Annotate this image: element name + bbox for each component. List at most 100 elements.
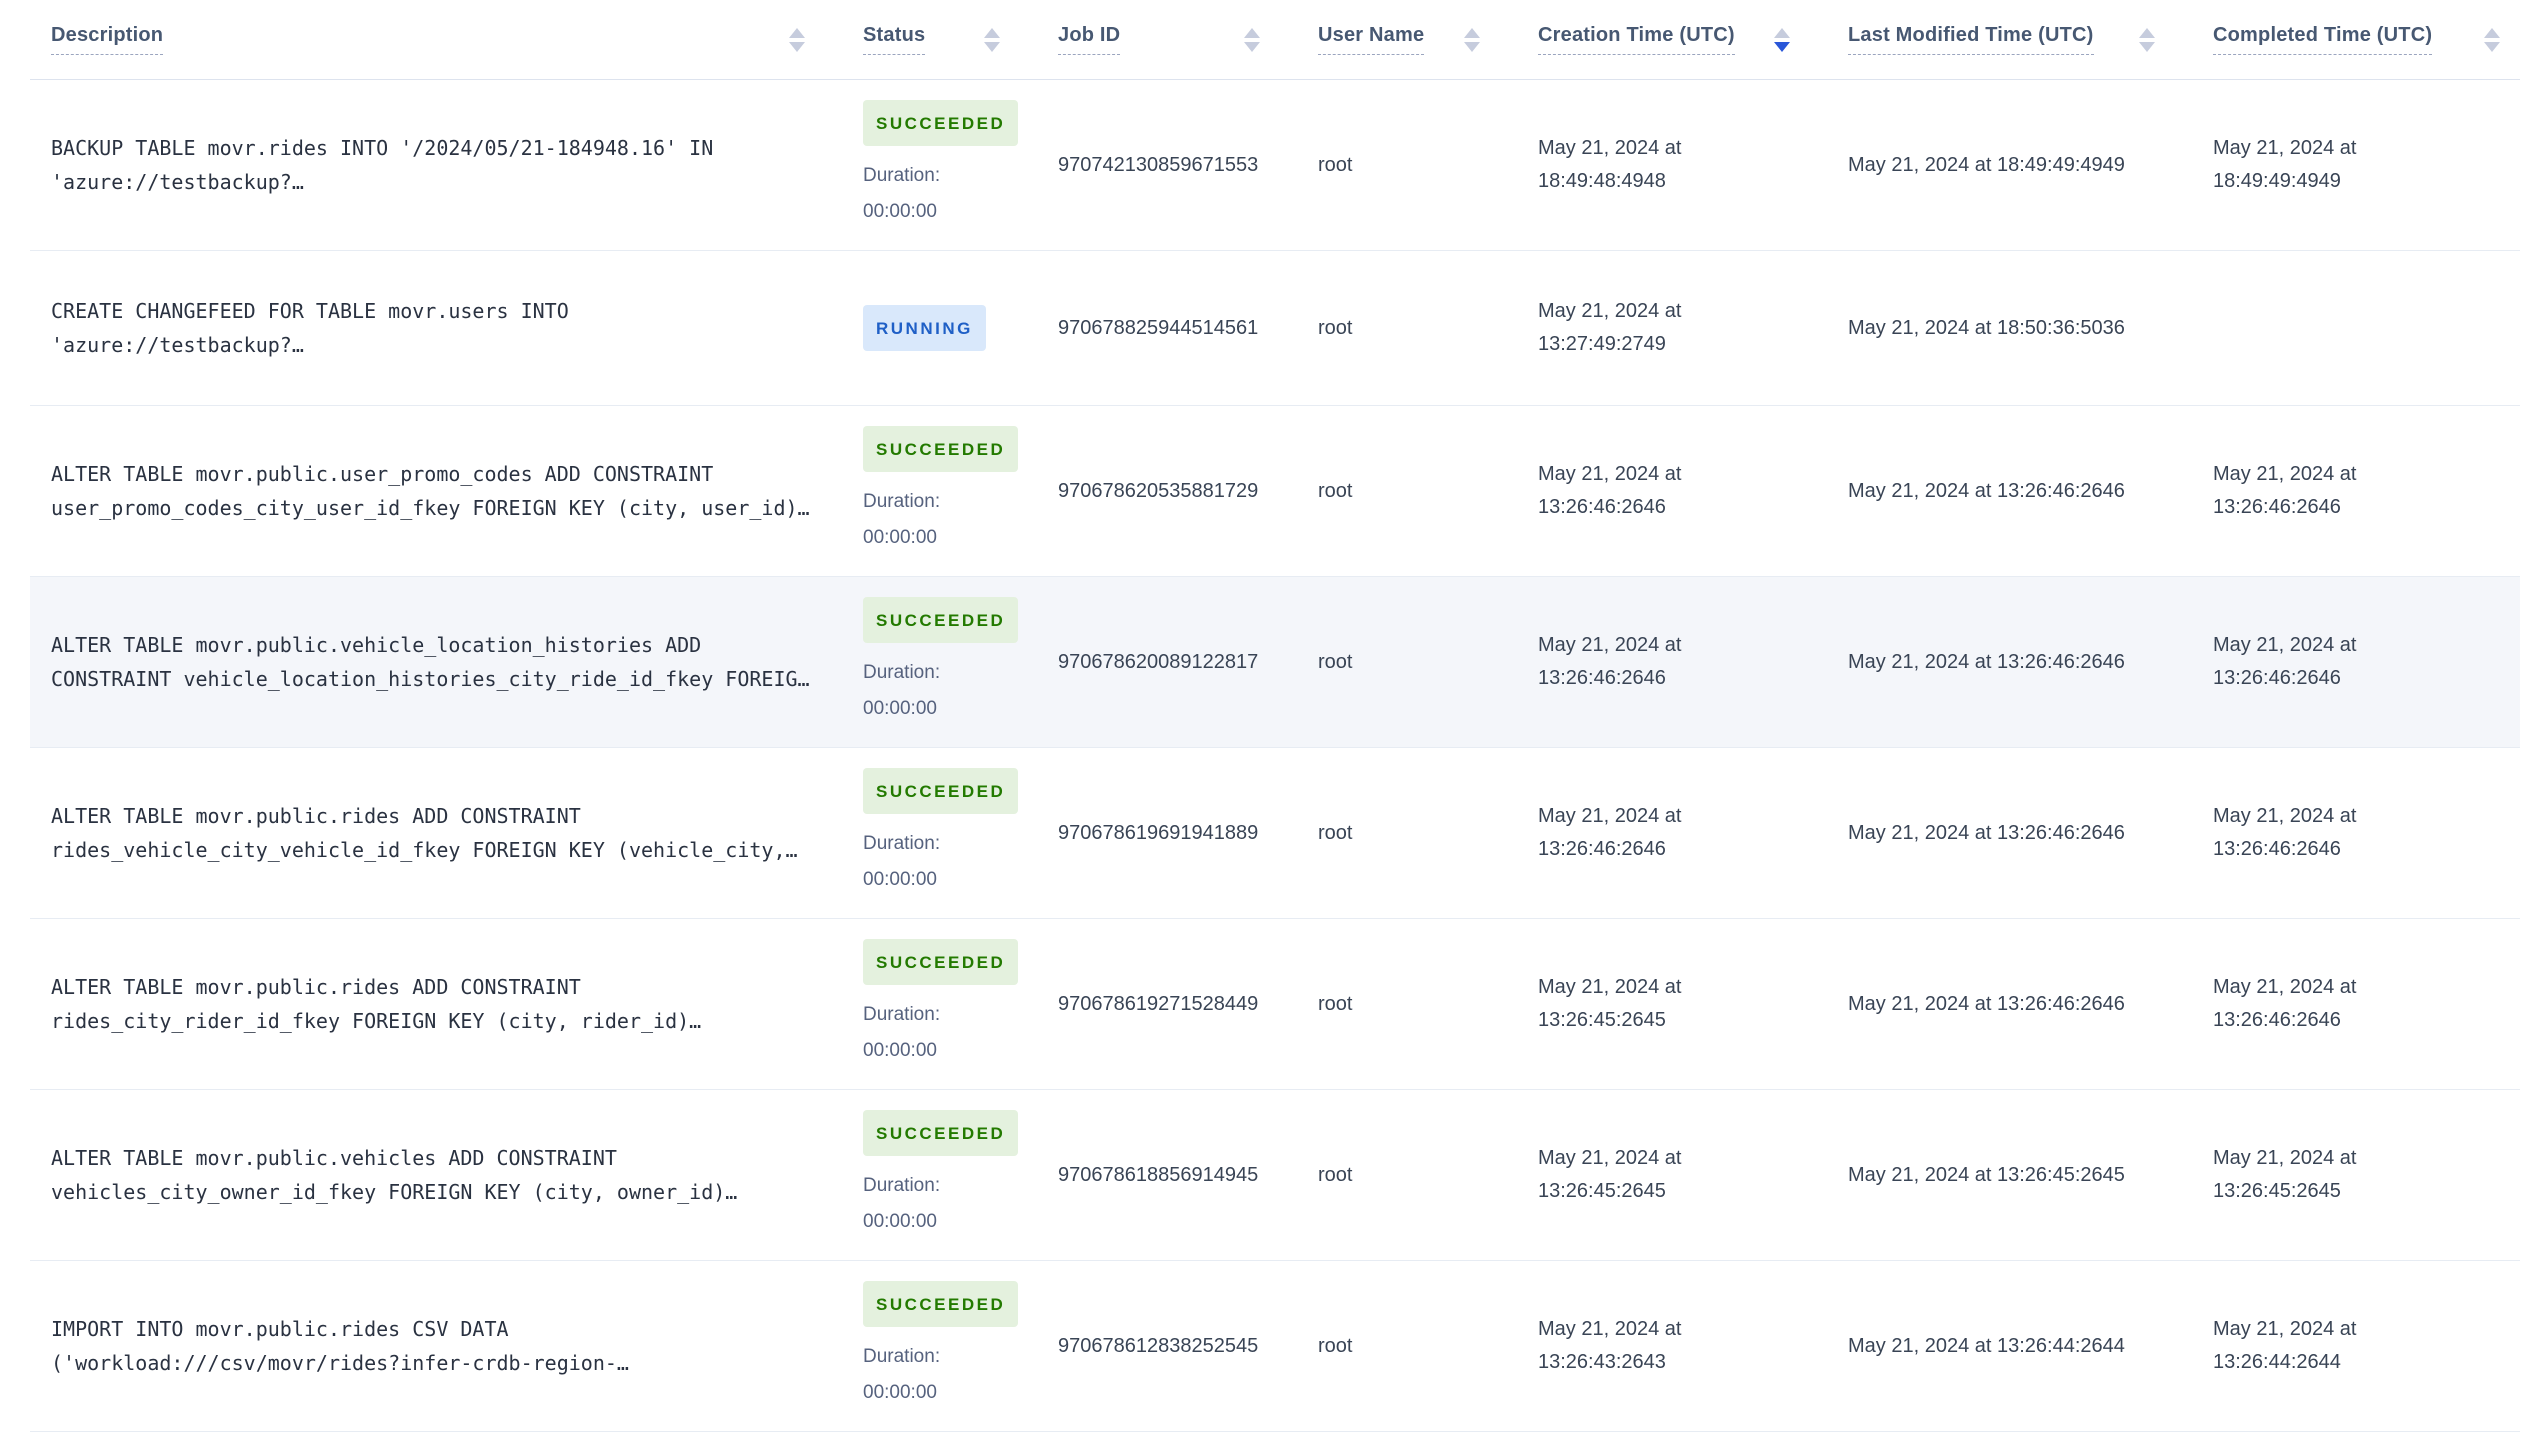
creation-time: May 21, 2024 at 13:26:46:2646 xyxy=(1538,805,1682,860)
sort-icon[interactable] xyxy=(1244,27,1260,52)
creation-time: May 21, 2024 at 13:26:46:2646 xyxy=(1538,634,1682,689)
completed-time: May 21, 2024 at 13:26:46:2646 xyxy=(2213,976,2357,1031)
column-header-job-id[interactable]: Job ID xyxy=(1020,0,1280,79)
jobs-table-header: Description Status Job ID User Name Crea… xyxy=(30,0,2520,80)
duration-block: Duration: 00:00:00 xyxy=(863,826,1020,898)
table-row[interactable]: IMPORT INTO movr.public.rides CSV DATA (… xyxy=(30,1261,2520,1432)
duration-block: Duration: 00:00:00 xyxy=(863,158,1020,230)
column-header-creation-time[interactable]: Creation Time (UTC) xyxy=(1500,0,1810,79)
job-id: 970678619691941889 xyxy=(1058,821,1259,844)
column-header-completed-time[interactable]: Completed Time (UTC) xyxy=(2175,0,2520,79)
completed-time xyxy=(2175,308,2520,348)
table-row[interactable]: ALTER TABLE movr.public.vehicles ADD CON… xyxy=(30,1090,2520,1261)
last-modified-time: May 21, 2024 at 13:26:46:2646 xyxy=(1848,650,2125,673)
sort-icon-active-desc[interactable] xyxy=(1774,27,1790,52)
status-badge: RUNNING xyxy=(863,305,986,351)
duration-label: Duration: xyxy=(863,491,941,512)
completed-time: May 21, 2024 at 18:49:49:4949 xyxy=(2213,137,2357,192)
status-cell: SUCCEEDED Duration: 00:00:00 xyxy=(825,80,1020,250)
job-description[interactable]: ALTER TABLE movr.public.vehicle_location… xyxy=(30,608,825,716)
duration-label: Duration: xyxy=(863,1346,941,1367)
duration-label: Duration: xyxy=(863,1175,941,1196)
column-header-label: Status xyxy=(863,24,926,55)
duration-value: 00:00:00 xyxy=(863,1382,937,1403)
job-id: 970678619271528449 xyxy=(1058,992,1259,1015)
column-header-label: Last Modified Time (UTC) xyxy=(1848,24,2094,55)
column-header-user-name[interactable]: User Name xyxy=(1280,0,1500,79)
column-header-last-modified-time[interactable]: Last Modified Time (UTC) xyxy=(1810,0,2175,79)
sort-icon[interactable] xyxy=(1464,27,1480,52)
duration-block: Duration: 00:00:00 xyxy=(863,1339,1020,1411)
last-modified-time: May 21, 2024 at 13:26:46:2646 xyxy=(1848,479,2125,502)
job-description[interactable]: CREATE CHANGEFEED FOR TABLE movr.users I… xyxy=(30,274,825,382)
status-cell: SUCCEEDED Duration: 00:00:00 xyxy=(825,406,1020,576)
status-badge: SUCCEEDED xyxy=(863,768,1019,814)
last-modified-time: May 21, 2024 at 18:49:49:4949 xyxy=(1848,153,2125,176)
duration-value: 00:00:00 xyxy=(863,1040,937,1061)
duration-block: Duration: 00:00:00 xyxy=(863,484,1020,556)
user-name: root xyxy=(1318,650,1353,673)
creation-time: May 21, 2024 at 18:49:48:4948 xyxy=(1538,137,1682,192)
sort-icon[interactable] xyxy=(984,27,1000,52)
user-name: root xyxy=(1318,821,1353,844)
status-badge: SUCCEEDED xyxy=(863,426,1019,472)
duration-value: 00:00:00 xyxy=(863,1211,937,1232)
column-header-label: Job ID xyxy=(1058,24,1121,55)
column-header-label: Creation Time (UTC) xyxy=(1538,24,1735,55)
status-cell: SUCCEEDED Duration: 00:00:00 xyxy=(825,1261,1020,1431)
jobs-table: Description Status Job ID User Name Crea… xyxy=(30,0,2520,1432)
creation-time: May 21, 2024 at 13:26:46:2646 xyxy=(1538,463,1682,518)
sort-icon[interactable] xyxy=(789,27,805,52)
job-description[interactable]: IMPORT INTO movr.public.rides CSV DATA (… xyxy=(30,1292,825,1400)
last-modified-time: May 21, 2024 at 13:26:46:2646 xyxy=(1848,992,2125,1015)
duration-value: 00:00:00 xyxy=(863,201,937,222)
user-name: root xyxy=(1318,1163,1353,1186)
status-badge: SUCCEEDED xyxy=(863,597,1019,643)
job-description[interactable]: BACKUP TABLE movr.rides INTO '/2024/05/2… xyxy=(30,111,825,219)
last-modified-time: May 21, 2024 at 13:26:45:2645 xyxy=(1848,1163,2125,1186)
creation-time: May 21, 2024 at 13:26:45:2645 xyxy=(1538,1147,1682,1202)
status-badge: SUCCEEDED xyxy=(863,1281,1019,1327)
job-description[interactable]: ALTER TABLE movr.public.rides ADD CONSTR… xyxy=(30,950,825,1058)
status-cell: SUCCEEDED Duration: 00:00:00 xyxy=(825,577,1020,747)
job-id: 970678612838252545 xyxy=(1058,1334,1259,1357)
job-id: 970678620535881729 xyxy=(1058,479,1259,502)
table-row[interactable]: CREATE CHANGEFEED FOR TABLE movr.users I… xyxy=(30,251,2520,406)
column-header-description[interactable]: Description xyxy=(30,0,825,79)
job-description[interactable]: ALTER TABLE movr.public.rides ADD CONSTR… xyxy=(30,779,825,887)
table-row[interactable]: ALTER TABLE movr.public.rides ADD CONSTR… xyxy=(30,748,2520,919)
duration-value: 00:00:00 xyxy=(863,698,937,719)
column-header-label: User Name xyxy=(1318,24,1425,55)
status-cell: RUNNING xyxy=(825,285,1020,371)
duration-label: Duration: xyxy=(863,662,941,683)
duration-value: 00:00:00 xyxy=(863,527,937,548)
completed-time: May 21, 2024 at 13:26:44:2644 xyxy=(2213,1318,2357,1373)
column-header-label: Completed Time (UTC) xyxy=(2213,24,2433,55)
creation-time: May 21, 2024 at 13:27:49:2749 xyxy=(1538,300,1682,355)
user-name: root xyxy=(1318,316,1353,339)
job-description[interactable]: ALTER TABLE movr.public.user_promo_codes… xyxy=(30,437,825,545)
user-name: root xyxy=(1318,1334,1353,1357)
sort-icon[interactable] xyxy=(2484,27,2500,52)
completed-time: May 21, 2024 at 13:26:46:2646 xyxy=(2213,463,2357,518)
job-description[interactable]: ALTER TABLE movr.public.vehicles ADD CON… xyxy=(30,1121,825,1229)
completed-time: May 21, 2024 at 13:26:46:2646 xyxy=(2213,805,2357,860)
sort-icon[interactable] xyxy=(2139,27,2155,52)
creation-time: May 21, 2024 at 13:26:45:2645 xyxy=(1538,976,1682,1031)
column-header-status[interactable]: Status xyxy=(825,0,1020,79)
job-id: 970678618856914945 xyxy=(1058,1163,1259,1186)
duration-value: 00:00:00 xyxy=(863,869,937,890)
status-cell: SUCCEEDED Duration: 00:00:00 xyxy=(825,919,1020,1089)
status-cell: SUCCEEDED Duration: 00:00:00 xyxy=(825,1090,1020,1260)
job-id: 970678620089122817 xyxy=(1058,650,1259,673)
last-modified-time: May 21, 2024 at 18:50:36:5036 xyxy=(1848,316,2125,339)
duration-label: Duration: xyxy=(863,165,941,186)
status-badge: SUCCEEDED xyxy=(863,939,1019,985)
table-row[interactable]: ALTER TABLE movr.public.vehicle_location… xyxy=(30,577,2520,748)
status-badge: SUCCEEDED xyxy=(863,100,1019,146)
table-row[interactable]: BACKUP TABLE movr.rides INTO '/2024/05/2… xyxy=(30,80,2520,251)
status-cell: SUCCEEDED Duration: 00:00:00 xyxy=(825,748,1020,918)
job-id: 970742130859671553 xyxy=(1058,153,1259,176)
table-row[interactable]: ALTER TABLE movr.public.rides ADD CONSTR… xyxy=(30,919,2520,1090)
table-row[interactable]: ALTER TABLE movr.public.user_promo_codes… xyxy=(30,406,2520,577)
